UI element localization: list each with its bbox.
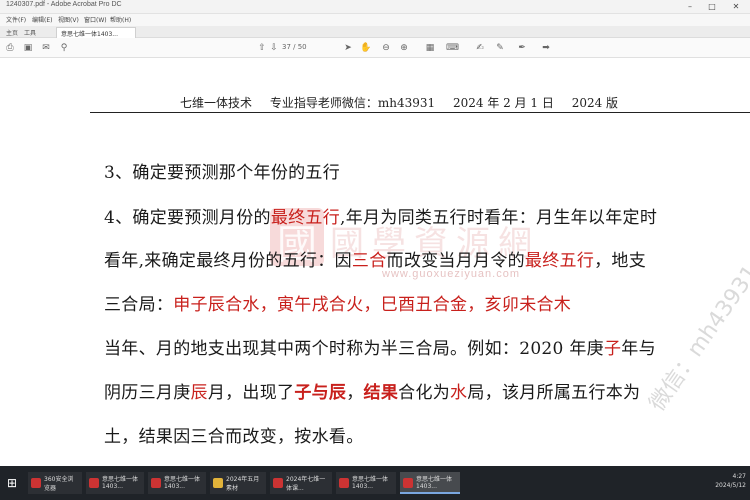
text-segment: 申子辰合水，寅午戌合火，巳酉丑合金，亥卯未合木 xyxy=(173,295,572,315)
document-page[interactable]: 國 國學資源網 www.guoxueziyuan.com 微信：mh43931 … xyxy=(0,58,750,466)
tab-bar: 主页 工具 意思七维一体1403... xyxy=(0,26,750,38)
text-segment: 三合 xyxy=(351,251,387,271)
text-segment: ，地支 xyxy=(594,251,647,271)
share-icon[interactable]: ➡ xyxy=(540,42,552,54)
window-title: 1240307.pdf - Adobe Acrobat Pro DC xyxy=(6,1,122,8)
header-divider xyxy=(90,112,750,113)
comment-icon[interactable]: ✍ xyxy=(474,42,486,54)
header-tech: 七维一体技术 xyxy=(180,96,253,110)
taskbar-item[interactable]: 意思七维一体1403... xyxy=(86,472,144,494)
taskbar-item-label: 360安全浏览器 xyxy=(44,476,74,492)
menu-edit[interactable]: 编辑(E) xyxy=(32,15,52,24)
print-icon[interactable]: ⎙ xyxy=(4,42,16,54)
text-segment: 而改变当月月令的 xyxy=(386,251,525,271)
taskbar-item[interactable]: 意思七维一体1403... xyxy=(148,472,206,494)
acrobat-icon xyxy=(403,478,413,488)
header-version: 2024 版 xyxy=(571,96,619,110)
text-line: 4、确定要预测月份的最终五行,年月为同类五行时看年：月生年以年定时 xyxy=(104,203,657,228)
text-segment: 最终五行 xyxy=(270,208,341,228)
text-segment: 三合局： xyxy=(104,295,174,315)
text-segment: 结果 xyxy=(363,383,399,403)
tab-document[interactable]: 意思七维一体1403... xyxy=(56,27,136,38)
close-icon[interactable]: ✕ xyxy=(726,1,746,13)
save-icon[interactable]: ▣ xyxy=(22,42,34,54)
acrobat-icon xyxy=(273,478,283,488)
zoom-in-icon[interactable]: ⊕ xyxy=(398,42,410,54)
text-segment: 3、确定要预测那个年份的五行 xyxy=(104,163,341,183)
tab-home[interactable]: 主页 xyxy=(6,28,18,37)
clock-date: 2024/5/12 xyxy=(715,482,746,489)
select-cursor-icon[interactable]: ➤ xyxy=(342,42,354,54)
text-segment: 局，该月所属五行本为 xyxy=(467,383,641,403)
taskbar-item-label: 2024年五月素材 xyxy=(226,476,260,492)
text-segment: 月，出现了 xyxy=(207,383,295,403)
text-line: 当年、月的地支出现其中两个时称为半三合局。例如：2020 年庚子年与 xyxy=(104,334,656,359)
text-line: 土，结果因三合而改变，按水看。 xyxy=(104,422,364,447)
header-teacher: 专业指导老师微信：mh43931 xyxy=(269,96,436,110)
text-segment: 子与辰 xyxy=(294,383,347,403)
watermark-wechat: 微信：mh43931 xyxy=(644,261,750,416)
tab-tools[interactable]: 工具 xyxy=(24,28,36,37)
text-line: 三合局：申子辰合水，寅午戌合火，巳酉丑合金，亥卯未合木 xyxy=(104,290,571,315)
highlight-icon[interactable]: ✎ xyxy=(494,42,506,54)
text-segment: 4、确定要预测月份的 xyxy=(104,208,271,228)
text-segment: ,年月为同类五行时看年：月生年以年定时 xyxy=(340,208,658,228)
menu-bar: 文件(F) 编辑(E) 视图(V) 窗口(W) 帮助(H) xyxy=(0,14,750,26)
acrobat-icon xyxy=(89,478,99,488)
text-segment: ， xyxy=(346,383,364,403)
hand-tool-icon[interactable]: ✋ xyxy=(360,42,372,54)
folder-icon xyxy=(213,478,223,488)
text-segment: 看年,来确定最终月份的五行：因 xyxy=(104,251,352,271)
prev-page-icon[interactable]: ⇧ xyxy=(256,42,268,54)
menu-view[interactable]: 视图(V) xyxy=(58,15,79,24)
title-bar: 1240307.pdf - Adobe Acrobat Pro DC – □ ✕ xyxy=(0,0,750,14)
start-icon[interactable]: ⊞ xyxy=(4,475,20,491)
menu-window[interactable]: 窗口(W) xyxy=(84,15,107,24)
taskbar-item-active[interactable]: 意思七维一体1403... xyxy=(400,472,460,494)
taskbar-item-label: 意思七维一体1403... xyxy=(102,476,139,490)
header-date: 2024 年 2 月 1 日 xyxy=(452,96,554,110)
clock-time: 4:27 xyxy=(732,473,746,480)
minimize-icon[interactable]: – xyxy=(680,1,700,13)
taskbar-item[interactable]: 360安全浏览器 xyxy=(28,472,82,494)
keyboard-icon[interactable]: ⌨ xyxy=(446,42,459,54)
next-page-icon[interactable]: ⇩ xyxy=(268,42,280,54)
taskbar-item-label: 意思七维一体1403... xyxy=(164,476,201,490)
taskbar-item[interactable]: 2024年七维一体课... xyxy=(270,472,332,494)
tab-document-label: 意思七维一体1403... xyxy=(61,31,118,38)
text-line: 阴历三月庚辰月，出现了子与辰，结果合化为水局，该月所属五行本为 xyxy=(104,378,640,403)
text-segment: 水 xyxy=(450,383,468,403)
taskbar-item[interactable]: 2024年五月素材 xyxy=(210,472,266,494)
menu-file[interactable]: 文件(F) xyxy=(6,15,26,24)
taskbar-item-label: 2024年七维一体课... xyxy=(286,476,326,492)
text-segment: 年与 xyxy=(621,339,656,359)
text-line: 看年,来确定最终月份的五行：因三合而改变当月月令的最终五行，地支 xyxy=(104,246,646,271)
text-segment: 当年、月的地支出现其中两个时称为半三合局。例如：2020 年庚 xyxy=(104,339,604,359)
zoom-out-icon[interactable]: ⊖ xyxy=(380,42,392,54)
sign-icon[interactable]: ✒ xyxy=(516,42,528,54)
taskbar-item[interactable]: 意思七维一体1403... xyxy=(336,472,396,494)
page-header: 七维一体技术 专业指导老师微信：mh43931 2024 年 2 月 1 日 2… xyxy=(180,94,632,111)
text-segment: 辰 xyxy=(190,383,208,403)
toolbar: ⎙ ▣ ✉ ⚲ ⇧ ⇩ 37 / 50 ➤ ✋ ⊖ ⊕ ▦ ⌨ ✍ ✎ ✒ ➡ xyxy=(0,38,750,58)
system-clock[interactable]: 4:27 2024/5/12 xyxy=(715,472,746,490)
taskbar-item-label: 意思七维一体1403... xyxy=(416,476,453,490)
text-segment: 合化为 xyxy=(398,383,451,403)
text-segment: 子 xyxy=(603,339,622,359)
acrobat-icon xyxy=(339,478,349,488)
taskbar: ⊞ 360安全浏览器 意思七维一体1403... 意思七维一体1403... 2… xyxy=(0,466,750,500)
text-segment: 最终五行 xyxy=(524,251,595,271)
menu-help[interactable]: 帮助(H) xyxy=(110,15,131,24)
page-indicator[interactable]: 37 / 50 xyxy=(282,43,307,51)
mail-icon[interactable]: ✉ xyxy=(40,42,52,54)
text-line: 3、确定要预测那个年份的五行 xyxy=(104,158,340,183)
fit-page-icon[interactable]: ▦ xyxy=(424,42,436,54)
text-segment: 土，结果因三合而改变，按水看。 xyxy=(104,427,364,447)
text-segment: 阴历三月庚 xyxy=(104,383,191,403)
maximize-icon[interactable]: □ xyxy=(702,1,722,13)
browser-icon xyxy=(31,478,41,488)
taskbar-item-label: 意思七维一体1403... xyxy=(352,476,389,490)
acrobat-icon xyxy=(151,478,161,488)
search-icon[interactable]: ⚲ xyxy=(58,42,70,54)
